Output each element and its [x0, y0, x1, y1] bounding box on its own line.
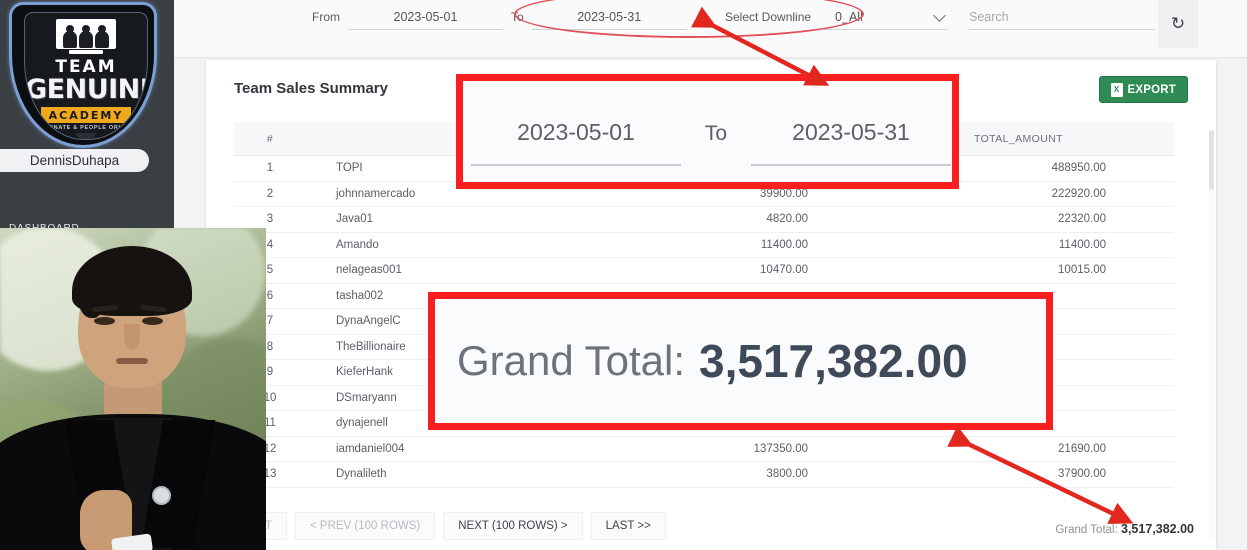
column-header-index[interactable]: # — [234, 133, 306, 145]
footer-grand-total-value: 3,517,382.00 — [1121, 522, 1194, 536]
callout-grand-total-label: Grand Total: — [457, 337, 686, 384]
user-name-badge: DennisDuhapa — [0, 149, 149, 172]
annotation-callout-date-range: 2023-05-01 To 2023-05-31 — [456, 74, 959, 189]
excel-file-icon: X — [1110, 82, 1123, 97]
row-total-amount: 10015.00 — [1058, 264, 1106, 277]
from-date-input[interactable]: 2023-05-01 — [348, 10, 503, 30]
to-label: To — [511, 10, 524, 24]
logo-genuine-text: GENUINE — [25, 74, 148, 105]
prev-page-button[interactable]: < PREV (100 ROWS) — [295, 512, 436, 540]
portrait-nose — [124, 324, 140, 350]
row-middle-amount: 10470.00 — [760, 264, 808, 277]
logo-academy-banner: ACADEMY — [41, 107, 131, 123]
row-total-amount: 21690.00 — [1058, 442, 1106, 455]
row-middle-amount: 11400.00 — [760, 238, 808, 251]
downline-select[interactable]: 0_All — [823, 9, 949, 30]
portrait-eye-right — [142, 317, 163, 325]
search-input[interactable]: Search — [969, 10, 1155, 30]
three-people-icon — [56, 19, 116, 49]
row-total-amount: 37900.00 — [1058, 468, 1106, 481]
row-username: Amando — [336, 238, 379, 251]
table-row[interactable]: 5 nelageas001 10470.00 10015.00 — [234, 258, 1174, 284]
filter-toolbar: From 2023-05-01 To 2023-05-31 Select Dow… — [174, 0, 1247, 58]
from-date-group: From 2023-05-01 — [312, 10, 503, 30]
row-middle-amount: 3800.00 — [766, 468, 808, 481]
brand-logo: TEAM GENUINE ACADEMY PASSIONATE & PEOPLE… — [3, 0, 163, 152]
to-date-input[interactable]: 2023-05-31 — [531, 10, 687, 30]
from-label: From — [312, 10, 340, 24]
portrait-mouth — [116, 358, 148, 364]
chevron-down-icon — [933, 9, 946, 22]
portrait-eye-left — [94, 317, 115, 325]
table-row[interactable]: 4 Amando 11400.00 11400.00 — [234, 233, 1174, 258]
downline-selected-value: 0_All — [835, 10, 863, 24]
search-group: Search — [969, 10, 1155, 30]
row-username: Dynalileth — [336, 468, 387, 481]
last-page-button[interactable]: LAST >> — [590, 512, 666, 540]
row-username: nelageas001 — [336, 264, 402, 277]
callout-from-value: 2023-05-01 — [471, 119, 681, 166]
downline-group: Select Downline 0_All — [725, 9, 949, 30]
annotation-callout-grand-total: Grand Total: 3,517,382.00 — [428, 292, 1053, 430]
callout-grand-total-value: 3,517,382.00 — [699, 335, 968, 387]
export-button-label: EXPORT — [1127, 83, 1176, 96]
row-index: 2 — [266, 187, 274, 200]
row-middle-amount: 4820.00 — [766, 213, 808, 226]
callout-to-value: 2023-05-31 — [751, 119, 951, 166]
logo-stand-shape — [69, 50, 103, 54]
downline-label: Select Downline — [725, 10, 812, 24]
table-row[interactable]: 3 Java01 4820.00 22320.00 — [234, 207, 1174, 233]
sidebar: TEAM GENUINE ACADEMY PASSIONATE & PEOPLE… — [0, 0, 174, 240]
row-total-amount: 11400.00 — [1058, 238, 1106, 251]
refresh-icon[interactable]: ↻ — [1158, 0, 1198, 48]
page-title: Team Sales Summary — [234, 80, 388, 97]
logo-inner-shield: TEAM GENUINE ACADEMY PASSIONATE & PEOPLE… — [24, 12, 148, 140]
screenshot-root: TEAM GENUINE ACADEMY PASSIONATE & PEOPLE… — [0, 0, 1247, 550]
row-middle-amount: 39900.00 — [760, 187, 808, 200]
table-row[interactable]: 12 iamdaniel004 137350.00 21690.00 — [234, 437, 1174, 462]
to-date-group: To 2023-05-31 — [511, 10, 687, 30]
footer-grand-total-label: Grand Total: — [1055, 524, 1118, 536]
logo-tagline: PASSIONATE & PEOPLE ORIENTED — [29, 125, 143, 131]
table-row[interactable]: 13 Dynalileth 3800.00 37900.00 — [234, 462, 1174, 488]
row-username: Java01 — [336, 213, 374, 226]
row-total-amount: 22320.00 — [1058, 213, 1106, 226]
presenter-portrait-overlay — [0, 228, 266, 550]
logo-shield-shape: TEAM GENUINE ACADEMY PASSIONATE & PEOPLE… — [9, 2, 157, 148]
row-index: 3 — [266, 213, 274, 226]
row-username: iamdaniel004 — [336, 442, 405, 455]
row-index: 1 — [266, 162, 274, 175]
row-username: johnnamercado — [336, 187, 416, 200]
callout-to-label: To — [704, 122, 728, 145]
portrait-lapel-pin — [152, 486, 171, 505]
pagination-controls: RST < PREV (100 ROWS) NEXT (100 ROWS) > … — [234, 512, 666, 540]
logo-chevron-shape — [75, 133, 97, 139]
row-middle-amount: 137350.00 — [753, 442, 808, 455]
export-button[interactable]: X EXPORT — [1098, 76, 1188, 103]
table-vertical-scrollbar[interactable] — [1209, 130, 1214, 540]
footer-grand-total: Grand Total: 3,517,382.00 — [1055, 522, 1194, 536]
next-page-button[interactable]: NEXT (100 ROWS) > — [443, 512, 583, 540]
row-total-amount: 222920.00 — [1051, 187, 1106, 200]
